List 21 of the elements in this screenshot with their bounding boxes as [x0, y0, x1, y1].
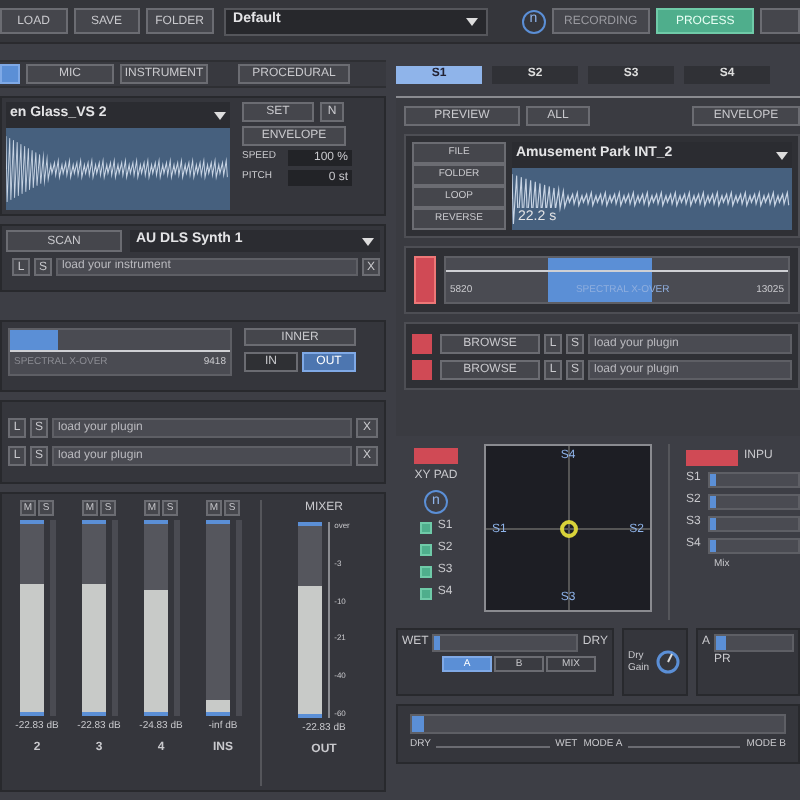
caret-icon: [465, 17, 478, 25]
slot-checkbox[interactable]: [419, 587, 432, 599]
caret-icon: [214, 111, 226, 119]
input-slider[interactable]: [708, 515, 800, 531]
toggle-button[interactable]: [414, 256, 436, 304]
slot-checkbox[interactable]: [419, 521, 432, 533]
slot-checkbox[interactable]: [419, 565, 432, 577]
toggle-button[interactable]: [686, 449, 738, 465]
slot-checkbox[interactable]: [419, 543, 432, 555]
pad-handle[interactable]: [560, 520, 578, 538]
morph-slider[interactable]: [410, 714, 786, 735]
input-slider[interactable]: [708, 471, 800, 487]
caret-icon: [776, 151, 788, 159]
ab-slider[interactable]: [714, 634, 794, 652]
toggle-button[interactable]: [414, 448, 458, 464]
knob-icon[interactable]: [655, 650, 680, 674]
input-slider[interactable]: [708, 537, 800, 553]
caret-icon: [362, 237, 374, 245]
wet-dry-slider[interactable]: [432, 634, 579, 652]
toolbar-button[interactable]: [760, 8, 800, 34]
input-slider[interactable]: [708, 493, 800, 509]
